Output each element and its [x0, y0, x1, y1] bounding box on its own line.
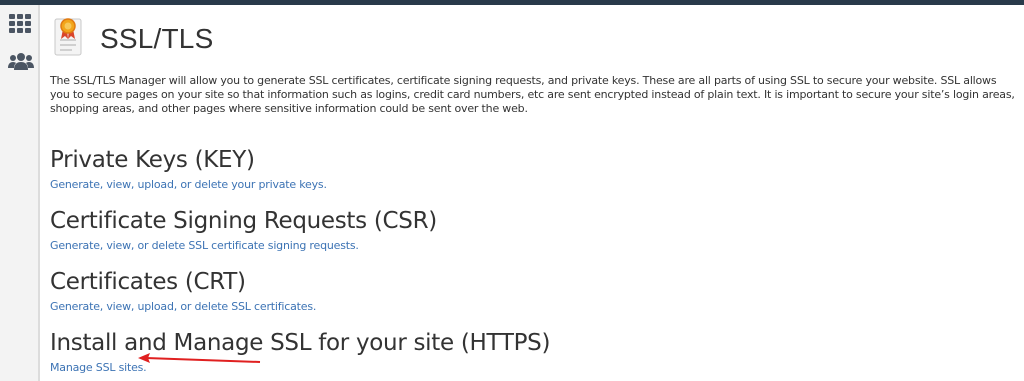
page-title: SSL/TLS: [100, 23, 214, 54]
users-icon[interactable]: [8, 51, 34, 73]
section-private-keys: Private Keys (KEY) Generate, view, uploa…: [50, 147, 327, 193]
certificate-icon: [52, 15, 84, 62]
manage-ssl-sites-link[interactable]: Manage SSL sites.: [50, 361, 147, 374]
section-heading: Certificates (CRT): [50, 269, 246, 295]
section-heading: Certificate Signing Requests (CSR): [50, 208, 437, 234]
red-arrow-annotation: [138, 353, 261, 363]
section-certificates: Certificates (CRT) Generate, view, uploa…: [50, 269, 316, 315]
section-csr: Certificate Signing Requests (CSR) Gener…: [50, 208, 437, 254]
main-content: SSL/TLS The SSL/TLS Manager will allow y…: [42, 5, 1024, 381]
section-install-ssl: Install and Manage SSL for your site (HT…: [50, 330, 550, 376]
section-heading: Private Keys (KEY): [50, 147, 255, 173]
csr-link[interactable]: Generate, view, or delete SSL certificat…: [50, 239, 359, 252]
private-keys-link[interactable]: Generate, view, upload, or delete your p…: [50, 178, 327, 191]
page-description: The SSL/TLS Manager will allow you to ge…: [50, 74, 1015, 115]
certificates-link[interactable]: Generate, view, upload, or delete SSL ce…: [50, 300, 316, 313]
section-heading: Install and Manage SSL for your site (HT…: [50, 330, 551, 356]
grid-icon[interactable]: [8, 13, 32, 35]
sidebar: [0, 5, 40, 381]
page-header: SSL/TLS: [50, 13, 450, 59]
